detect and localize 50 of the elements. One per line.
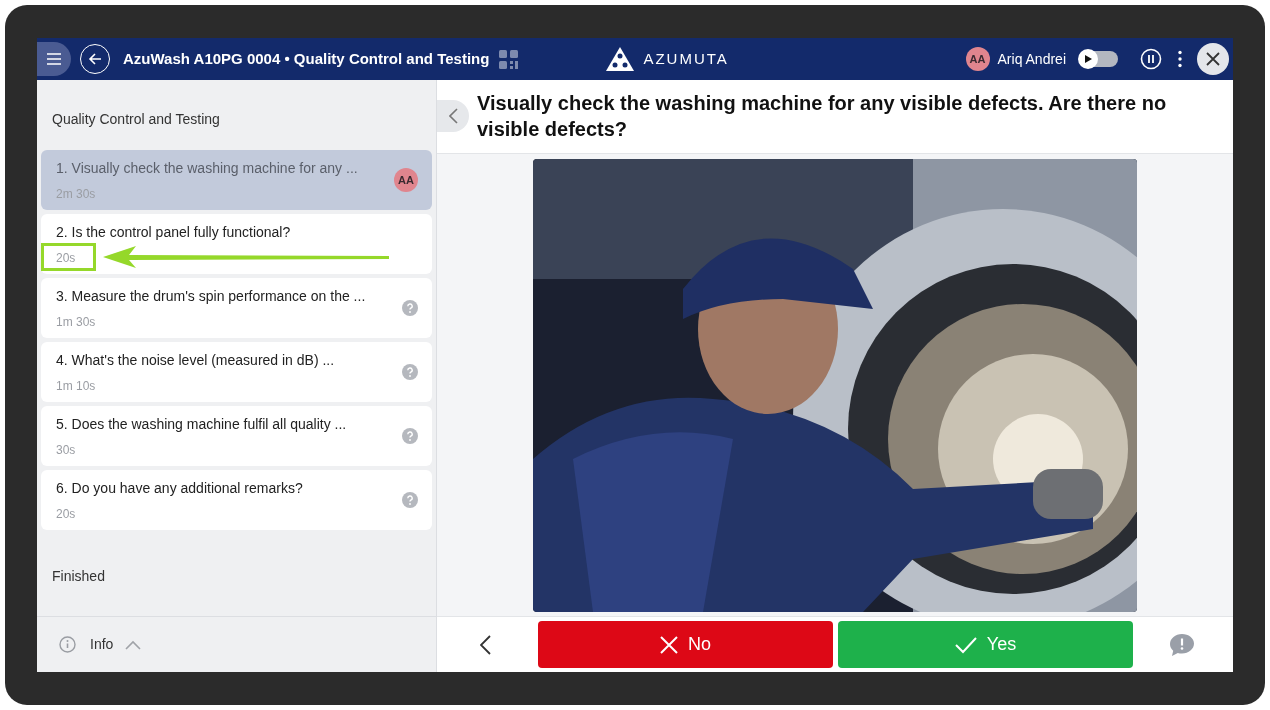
question-icon	[402, 492, 418, 508]
section-title: Quality Control and Testing	[52, 109, 220, 129]
step-duration: 2m 30s	[56, 185, 96, 203]
question-icon	[402, 300, 418, 316]
step-duration: 20s	[56, 249, 76, 267]
step-item[interactable]: 1. Visually check the washing machine for any ... 2m 30s AA	[41, 150, 432, 210]
play-icon	[1083, 54, 1093, 64]
question-icon	[402, 428, 418, 444]
arrow-left-icon	[88, 52, 102, 66]
question-text: Visually check the washing machine for any visible defects. Are there no visible defects?	[477, 91, 1168, 142]
logo-text: AZUMUTA	[643, 48, 729, 69]
window-title: AzuWash A10PG 0004 • Quality Control and Testing	[123, 48, 490, 69]
step-item[interactable]: 6. Do you have any additional remarks? 20s	[41, 470, 432, 530]
info-icon	[59, 636, 76, 653]
close-icon	[660, 635, 678, 654]
close-icon	[1206, 52, 1220, 66]
step-item[interactable]: 5. Does the washing machine fulfil all quality ... 30s	[41, 406, 432, 466]
menu-icon	[46, 52, 62, 66]
step-item[interactable]: 3. Measure the drum's spin performance on the ... 1m 30s	[41, 278, 432, 338]
user-name: Ariq Andrei	[997, 49, 1066, 69]
step-duration: 20s	[56, 505, 76, 523]
collapse-sidebar-button[interactable]	[437, 100, 469, 132]
question-icon	[402, 364, 418, 380]
chevron-left-icon	[479, 634, 491, 655]
menu-button[interactable]	[37, 42, 71, 76]
finished-label: Finished	[52, 566, 105, 586]
autoplay-toggle[interactable]	[1080, 51, 1118, 67]
pause-icon[interactable]	[1140, 48, 1162, 70]
step-item[interactable]: 2. Is the control panel fully functional? 20s	[41, 214, 432, 274]
logo-icon	[605, 46, 636, 72]
step-duration: 1m 30s	[56, 313, 96, 331]
checkmark-icon	[954, 635, 977, 654]
step-item[interactable]: 4. What's the noise level (measured in dB) ... 1m 10s	[41, 342, 432, 402]
comment-alert-icon[interactable]	[1169, 632, 1195, 657]
user-avatar: AA	[965, 47, 990, 71]
step-duration: 1m 10s	[56, 377, 96, 395]
step-duration: 30s	[56, 441, 76, 459]
qr-code-icon[interactable]	[499, 49, 519, 69]
step-title: 6. Do you have any additional remarks?	[56, 478, 304, 498]
no-button[interactable]: No	[538, 621, 833, 668]
more-icon[interactable]	[1177, 50, 1183, 68]
chevron-left-icon	[448, 108, 458, 124]
step-title: 1. Visually check the washing machine for any ...	[56, 158, 359, 178]
info-toggle[interactable]: Info	[90, 634, 142, 655]
step-title: 2. Is the control panel fully functional?	[56, 222, 292, 242]
step-title: 5. Does the washing machine fulfil all quality ...	[56, 414, 348, 434]
close-button[interactable]	[1197, 43, 1229, 75]
assignee-avatar: AA	[394, 168, 418, 192]
step-title: 4. What's the noise level (measured in dB) ...	[56, 350, 336, 370]
step-title: 3. Measure the drum's spin performance on the ...	[56, 286, 367, 306]
